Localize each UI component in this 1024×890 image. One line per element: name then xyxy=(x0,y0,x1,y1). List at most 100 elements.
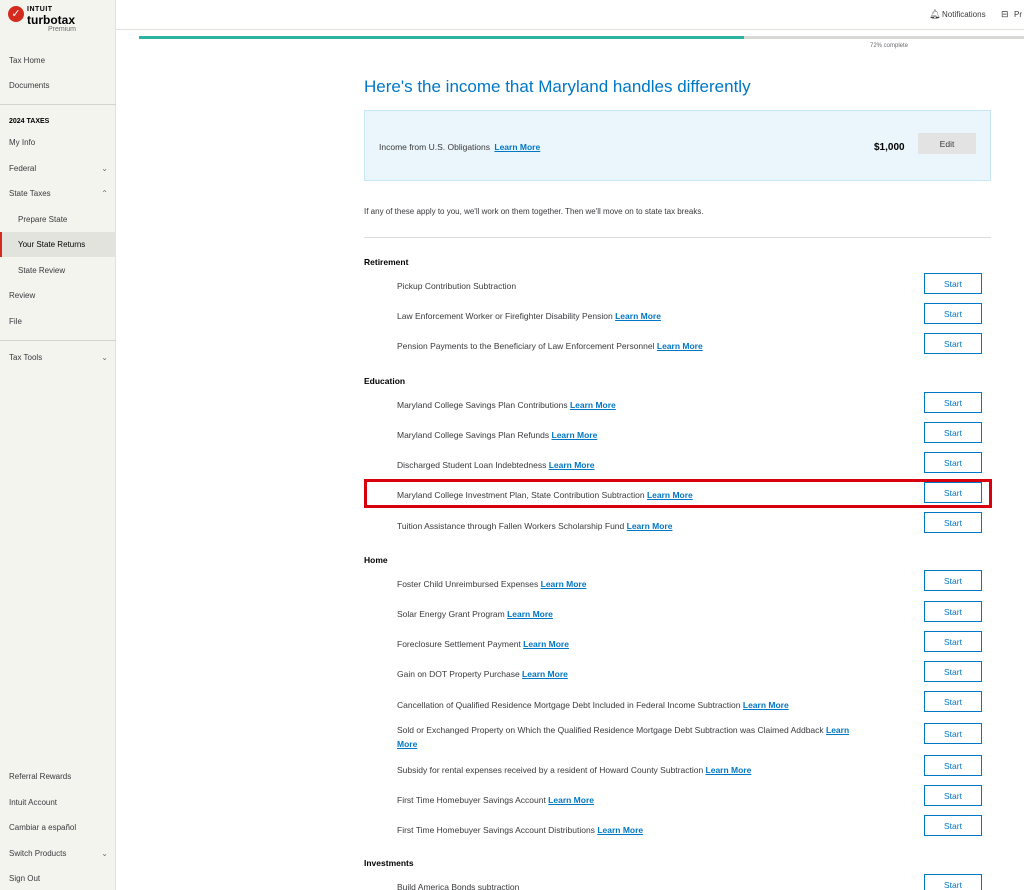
start-button[interactable]: Start xyxy=(924,874,982,890)
income-item-text: Sold or Exchanged Property on Which the … xyxy=(397,725,827,735)
start-button[interactable]: Start xyxy=(924,815,982,836)
learn-more-link[interactable]: Learn More xyxy=(615,311,661,321)
products-label: Pr xyxy=(1014,10,1022,19)
start-button[interactable]: Start xyxy=(924,422,982,443)
income-item-text: Subsidy for rental expenses received by … xyxy=(397,765,706,775)
learn-more-link[interactable]: Learn More xyxy=(541,579,587,589)
sidebar-item-federal[interactable]: Federal ⌄ xyxy=(0,156,116,181)
logo-edition-text: Premium xyxy=(48,26,77,33)
learn-more-link[interactable]: Learn More xyxy=(743,700,789,710)
start-button[interactable]: Start xyxy=(924,691,982,712)
intro-text: If any of these apply to you, we'll work… xyxy=(364,207,704,216)
income-item-text: Pickup Contribution Subtraction xyxy=(397,281,517,291)
income-amount: $1,000 xyxy=(874,142,905,153)
learn-more-link[interactable]: Learn More xyxy=(522,669,568,679)
income-item-label: Pension Payments to the Beneficiary of L… xyxy=(397,339,857,353)
progress-bar xyxy=(139,36,1024,39)
learn-more-link[interactable]: Learn More xyxy=(523,639,569,649)
sidebar-item-state-taxes[interactable]: State Taxes ⌃ xyxy=(0,181,116,206)
income-item-text: Maryland College Savings Plan Refunds xyxy=(397,430,552,440)
edit-button[interactable]: Edit xyxy=(918,133,976,154)
sidebar-item-prepare-state[interactable]: Prepare State xyxy=(0,207,116,232)
learn-more-link[interactable]: Learn More xyxy=(548,795,594,805)
start-button[interactable]: Start xyxy=(924,392,982,413)
start-button[interactable]: Start xyxy=(924,755,982,776)
income-item-text: Tuition Assistance through Fallen Worker… xyxy=(397,521,627,531)
sidebar-item-review[interactable]: Review xyxy=(0,283,116,308)
learn-more-link[interactable]: Learn More xyxy=(549,460,595,470)
start-button[interactable]: Start xyxy=(924,303,982,324)
sidebar-item-your-state-returns[interactable]: Your State Returns xyxy=(0,232,116,257)
sidebar-item-referral-rewards[interactable]: Referral Rewards xyxy=(0,764,116,789)
chevron-down-icon: ⌄ xyxy=(101,849,108,858)
income-item-text: Law Enforcement Worker or Firefighter Di… xyxy=(397,311,616,321)
products-link[interactable]: ⊟ Pr xyxy=(1001,9,1022,20)
income-item-label: Discharged Student Loan Indebtedness Lea… xyxy=(397,458,857,472)
sidebar-item-sign-out[interactable]: Sign Out xyxy=(0,866,116,890)
highlight-box xyxy=(364,479,992,508)
turbotax-logo[interactable]: ✓ INTUIT turbotax Premium xyxy=(8,6,108,34)
sidebar: ✓ INTUIT turbotax Premium Tax Home Docum… xyxy=(0,0,116,890)
learn-more-link[interactable]: Learn More xyxy=(597,825,643,835)
learn-more-link[interactable]: Learn More xyxy=(627,521,673,531)
notifications-link[interactable]: 🔔︎ Notifications xyxy=(929,9,986,20)
sidebar-item-state-review[interactable]: State Review xyxy=(0,258,116,283)
start-button[interactable]: Start xyxy=(924,661,982,682)
start-button[interactable]: Start xyxy=(924,785,982,806)
start-button[interactable]: Start xyxy=(924,723,982,744)
income-item-text: Pension Payments to the Beneficiary of L… xyxy=(397,341,657,351)
income-item-label: Gain on DOT Property Purchase Learn More xyxy=(397,667,857,681)
income-item-label: Maryland College Savings Plan Contributi… xyxy=(397,398,857,412)
learn-more-link[interactable]: Learn More xyxy=(494,142,540,152)
income-label: Income from U.S. Obligations Learn More xyxy=(379,142,540,152)
top-header: 🔔︎ Notifications ⊟ Pr xyxy=(116,0,1024,30)
notifications-label: Notifications xyxy=(942,10,986,19)
sidebar-item-documents[interactable]: Documents xyxy=(0,73,116,98)
income-item-label: Cancellation of Qualified Residence Mort… xyxy=(397,698,857,712)
income-item-label: Law Enforcement Worker or Firefighter Di… xyxy=(397,309,857,323)
bell-icon: 🔔︎ xyxy=(929,9,941,19)
income-item-text: Discharged Student Loan Indebtedness xyxy=(397,460,549,470)
progress-label: 72% complete xyxy=(870,43,909,49)
page-title: Here's the income that Maryland handles … xyxy=(364,77,751,96)
sidebar-item-switch-products[interactable]: Switch Products ⌄ xyxy=(0,841,116,866)
income-item-text: Build America Bonds subtraction xyxy=(397,882,520,890)
section-divider xyxy=(364,237,991,238)
income-summary-card: Income from U.S. Obligations Learn More … xyxy=(364,110,991,181)
income-item-label: Solar Energy Grant Program Learn More xyxy=(397,607,857,621)
sidebar-item-intuit-account[interactable]: Intuit Account xyxy=(0,790,116,815)
start-button[interactable]: Start xyxy=(924,512,982,533)
income-item-label: Pickup Contribution Subtraction xyxy=(397,279,857,293)
sidebar-item-label: Tax Tools xyxy=(9,353,43,362)
start-button[interactable]: Start xyxy=(924,452,982,473)
learn-more-link[interactable]: Learn More xyxy=(570,400,616,410)
income-item-text: Foreclosure Settlement Payment xyxy=(397,639,524,649)
sidebar-item-label: Switch Products xyxy=(9,849,67,858)
section-title-investments: Investments xyxy=(364,858,414,868)
income-item-label: Tuition Assistance through Fallen Worker… xyxy=(397,519,857,533)
sidebar-item-my-info[interactable]: My Info xyxy=(0,130,116,155)
checkmark-logo-icon: ✓ xyxy=(8,6,24,22)
income-item-label: Sold or Exchanged Property on Which the … xyxy=(397,723,857,751)
sidebar-item-cambiar[interactable]: Cambiar a español xyxy=(0,815,116,840)
sidebar-item-tax-home[interactable]: Tax Home xyxy=(0,48,116,73)
income-item-label: First Time Homebuyer Savings Account Dis… xyxy=(397,823,857,837)
start-button[interactable]: Start xyxy=(924,273,982,294)
income-item-label: Subsidy for rental expenses received by … xyxy=(397,763,857,777)
logo-turbotax-text: turbotax xyxy=(27,13,75,27)
income-item-label: First Time Homebuyer Savings Account Lea… xyxy=(397,793,857,807)
income-item-label: Foster Child Unreimbursed Expenses Learn… xyxy=(397,577,857,591)
start-button[interactable]: Start xyxy=(924,631,982,652)
start-button[interactable]: Start xyxy=(924,333,982,354)
start-button[interactable]: Start xyxy=(924,570,982,591)
start-button[interactable]: Start xyxy=(924,601,982,622)
income-item-text: First Time Homebuyer Savings Account Dis… xyxy=(397,825,598,835)
learn-more-link[interactable]: Learn More xyxy=(706,765,752,775)
sidebar-divider xyxy=(0,104,116,105)
learn-more-link[interactable]: Learn More xyxy=(657,341,703,351)
sidebar-item-label: State Taxes xyxy=(9,189,51,198)
learn-more-link[interactable]: Learn More xyxy=(507,609,553,619)
learn-more-link[interactable]: Learn More xyxy=(552,430,598,440)
sidebar-item-tax-tools[interactable]: Tax Tools ⌄ xyxy=(0,345,116,370)
sidebar-item-file[interactable]: File xyxy=(0,309,116,334)
